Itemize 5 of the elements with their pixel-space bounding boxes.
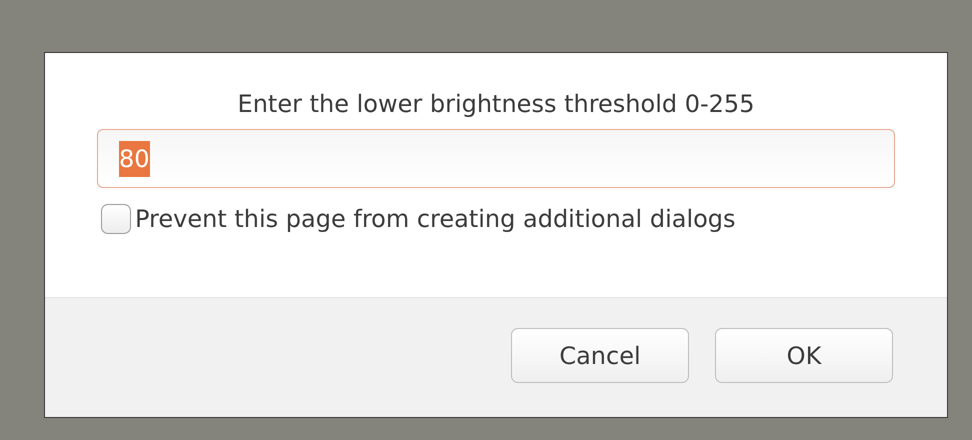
dialog-button[interactable]: Cancel <box>511 328 689 383</box>
checkbox[interactable] <box>101 204 131 234</box>
dialog-button[interactable]: OK <box>715 328 893 383</box>
dialog-message: Enter the lower brightness threshold 0-255 <box>238 89 754 119</box>
checkbox-label: Prevent this page from creating additional dialogs <box>135 204 736 234</box>
